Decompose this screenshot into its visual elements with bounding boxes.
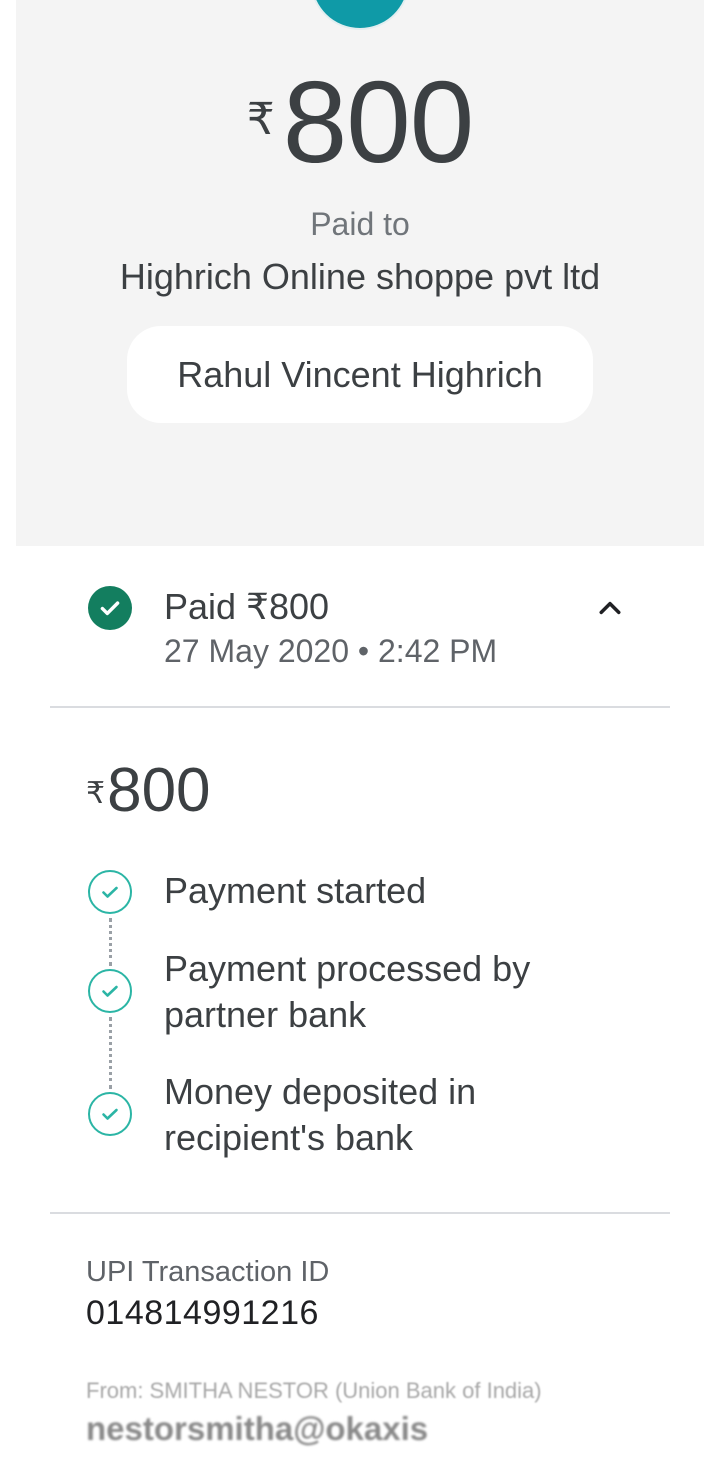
amount-value: 800 <box>282 57 475 187</box>
step-label: Money deposited in recipient's bank <box>164 1071 477 1158</box>
check-outline-icon <box>88 870 132 914</box>
timeline-connector <box>109 918 112 966</box>
detail-amount: ₹ 800 <box>86 756 211 826</box>
timeline-connector <box>109 1017 112 1089</box>
sender-account-info: From: SMITHA NESTOR (Union Bank of India… <box>86 1378 542 1403</box>
upi-transaction-id-value[interactable]: 014814991216 <box>86 1294 319 1333</box>
chevron-up-icon[interactable] <box>592 590 628 626</box>
check-outline-icon <box>88 1092 132 1136</box>
amount-value: 800 <box>107 756 211 825</box>
step-label: Payment processed by partner bank <box>164 948 531 1035</box>
status-title: Paid ₹800 <box>164 586 330 627</box>
currency-symbol: ₹ <box>246 95 275 144</box>
recipient-avatar <box>310 0 410 30</box>
hero-amount: ₹ 800 <box>16 64 704 180</box>
check-outline-icon <box>88 969 132 1013</box>
status-datetime: 27 May 2020 • 2:42 PM <box>164 633 498 669</box>
upi-transaction-id-label: UPI Transaction ID <box>86 1256 330 1288</box>
paid-to-label: Paid to <box>310 206 410 242</box>
currency-symbol: ₹ <box>86 777 106 810</box>
payment-status-row[interactable]: Paid ₹800 27 May 2020 • 2:42 PM <box>16 546 704 706</box>
payment-summary-header: ₹ 800 Paid to Highrich Online shoppe pvt… <box>16 0 704 546</box>
check-circle-icon <box>88 586 132 630</box>
payer-name-chip[interactable]: Rahul Vincent Highrich <box>127 326 593 423</box>
merchant-name: Highrich Online shoppe pvt ltd <box>119 256 601 297</box>
divider <box>50 1212 670 1214</box>
payment-detail-screen: ₹ 800 Paid to Highrich Online shoppe pvt… <box>16 0 704 1480</box>
sender-vpa: nestorsmitha@okaxis <box>86 1410 429 1447</box>
divider <box>50 706 670 708</box>
step-label: Payment started <box>164 870 427 911</box>
